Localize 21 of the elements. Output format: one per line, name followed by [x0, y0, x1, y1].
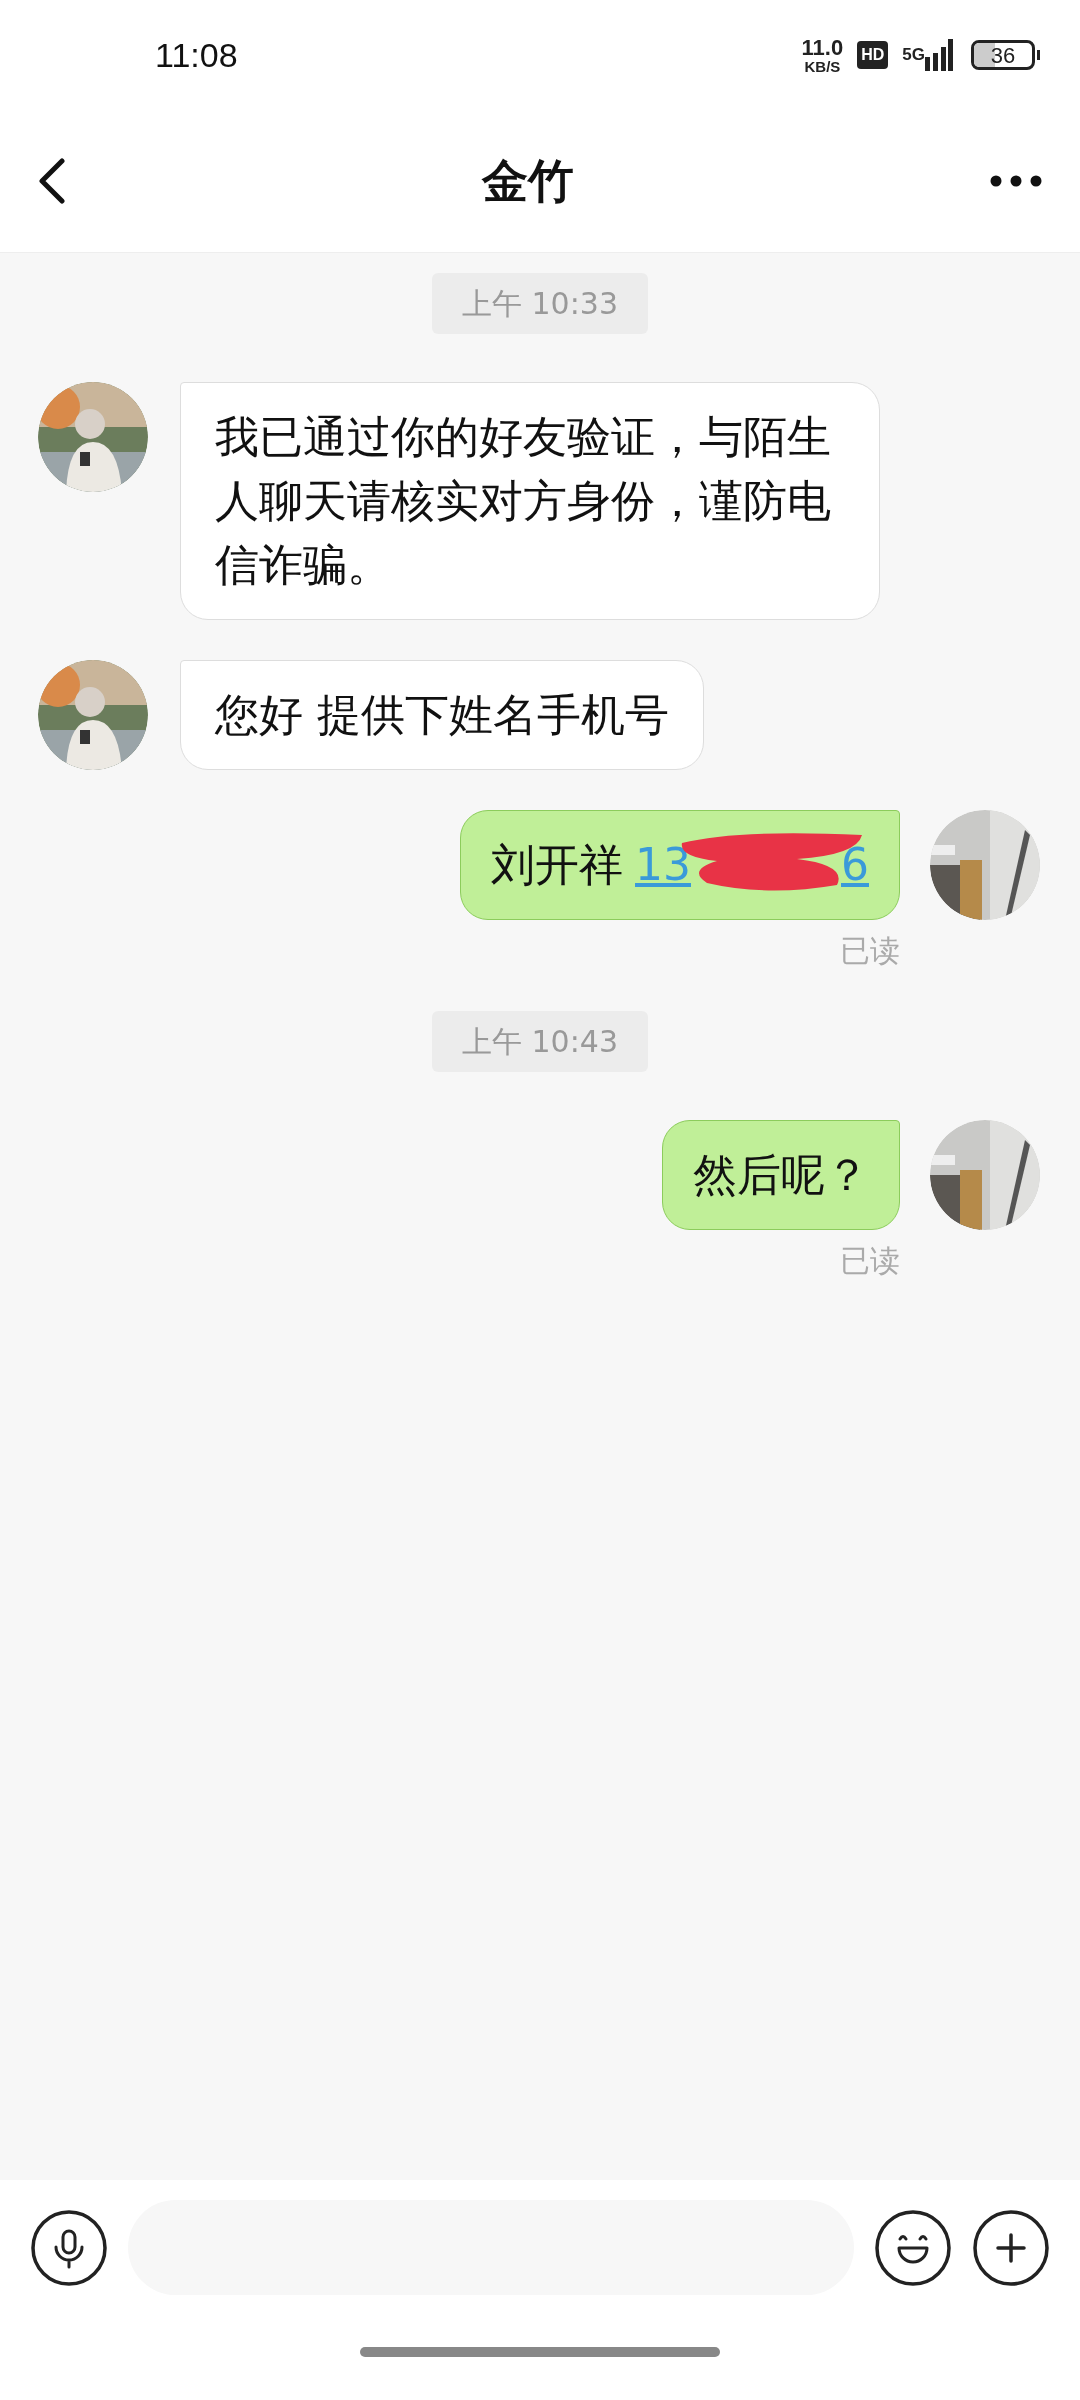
- message-bubble: 然后呢？: [662, 1120, 900, 1230]
- message-bubble: 我已通过你的好友验证，与陌生人聊天请核实对方身份，谨防电信诈骗。: [180, 382, 880, 620]
- hd-badge: HD: [857, 41, 889, 69]
- emoji-icon[interactable]: [874, 2208, 952, 2287]
- read-receipt: 已读: [840, 932, 900, 970]
- back-icon[interactable]: [38, 158, 66, 204]
- message-bubble: 您好 提供下姓名手机号: [180, 660, 704, 770]
- phone-link[interactable]: 13: [635, 831, 691, 899]
- contact-name: 刘开祥: [491, 838, 623, 892]
- network-type: 5G: [902, 44, 925, 66]
- add-icon[interactable]: [972, 2208, 1050, 2287]
- timestamp: 上午 10:33: [432, 273, 648, 334]
- timestamp: 上午 10:43: [432, 1011, 648, 1072]
- microphone-icon[interactable]: [30, 2208, 108, 2287]
- chat-title: 金竹: [482, 152, 574, 210]
- read-receipt: 已读: [840, 1242, 900, 1280]
- more-icon[interactable]: [990, 175, 1042, 187]
- network-speed-icon: 11.0 KB/S: [801, 36, 844, 74]
- phone-link[interactable]: 6: [841, 831, 869, 899]
- status-time: 11:08: [155, 34, 238, 76]
- signal-icon: [925, 39, 953, 71]
